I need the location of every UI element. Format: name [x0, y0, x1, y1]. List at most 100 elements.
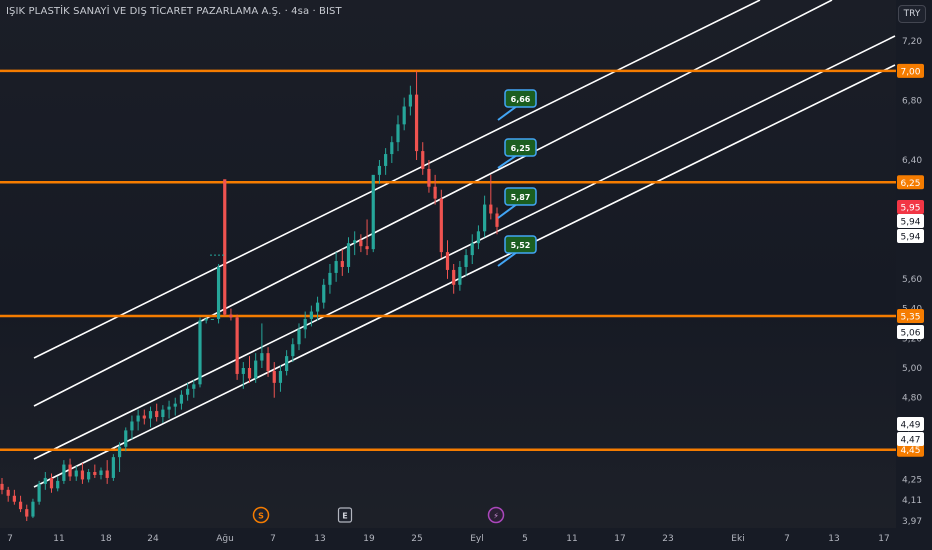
candle-body [470, 243, 474, 256]
candle-body [414, 94, 419, 152]
channel-target-text: 5,52 [511, 241, 531, 250]
candle-body [408, 94, 412, 107]
candle-body [99, 470, 103, 475]
candle-body [433, 186, 437, 199]
candle-body [384, 154, 388, 166]
candle-body [464, 255, 468, 267]
time-axis-panel[interactable] [0, 528, 932, 550]
candle-body [427, 168, 431, 187]
price-chart-svg[interactable]: 7,206,806,405,605,405,205,004,804,604,25… [0, 0, 932, 550]
candle-body [142, 415, 146, 419]
candle-body [254, 360, 258, 379]
candle-body [62, 464, 66, 481]
time-axis-tick: 7 [784, 534, 790, 544]
candle-body [421, 151, 425, 169]
candle-body [6, 489, 10, 496]
time-axis-tick: 17 [614, 534, 625, 544]
candle-body [377, 165, 382, 175]
currency-button[interactable]: TRY [898, 5, 926, 23]
candle-body [198, 320, 202, 385]
candle-body [365, 246, 369, 250]
price-axis-tick: 4,11 [902, 496, 922, 506]
candle-body [117, 446, 122, 458]
info-price-tag-text: 5,94 [900, 233, 920, 243]
candle-body [74, 470, 78, 477]
time-axis-tick: 7 [270, 534, 276, 544]
level-price-tag-text: 7,00 [900, 67, 920, 77]
candle-body [402, 106, 406, 125]
candle-body [247, 368, 252, 379]
event-marker-label: ⚡ [493, 512, 499, 521]
channel-line [33, 64, 896, 488]
candle-body [173, 403, 177, 407]
time-axis-tick: 7 [7, 534, 13, 544]
price-axis-tick: 6,40 [902, 156, 922, 166]
price-axis-tick: 7,20 [902, 37, 922, 47]
candle-body [322, 284, 326, 303]
candle-body [235, 317, 239, 374]
candle-body [49, 477, 54, 489]
channel-target-text: 6,25 [511, 144, 531, 153]
candle-body [124, 430, 128, 447]
candle-body [297, 329, 301, 345]
candle-body [278, 370, 283, 383]
price-axis-tick: 4,80 [902, 394, 922, 404]
candle-body [458, 266, 462, 285]
candle-body [445, 252, 450, 270]
candle-body [43, 477, 47, 484]
candle-body [167, 406, 171, 410]
candle-body [111, 457, 115, 478]
candle-body [285, 356, 289, 371]
time-axis-tick: 19 [363, 534, 375, 544]
candle-body [93, 472, 97, 475]
candle-body [204, 318, 208, 321]
candle-body [31, 501, 35, 517]
candle-body [483, 204, 487, 232]
candle-body [18, 501, 23, 510]
candle-body [80, 470, 85, 480]
time-axis-tick: 13 [314, 534, 325, 544]
price-axis-tick: 3,97 [902, 517, 922, 527]
time-axis-tick: 5 [522, 534, 528, 544]
event-marker-label: E [342, 512, 347, 521]
candle-body [223, 179, 227, 315]
info-price-tag-text: 4,47 [900, 436, 920, 446]
candle-body [260, 353, 264, 361]
candle-body [68, 464, 72, 477]
candle-body [105, 470, 109, 478]
info-price-tag-text: 5,06 [900, 329, 920, 339]
callout-pointer [497, 203, 518, 219]
chart-area[interactable]: 7,206,806,405,605,405,205,004,804,604,25… [0, 0, 932, 550]
time-axis-tick: 11 [53, 534, 64, 544]
candle-body [87, 472, 91, 480]
candle-body [495, 213, 499, 227]
candle-body [266, 353, 270, 371]
candle-body [272, 370, 276, 383]
time-axis-tick: Eyl [470, 534, 484, 544]
candle-body [489, 204, 493, 214]
candle-body [328, 272, 332, 285]
candle-body [291, 344, 295, 357]
time-axis-tick: 17 [878, 534, 889, 544]
candle-body [241, 368, 245, 374]
candle-body [229, 314, 233, 318]
candle-body [192, 384, 196, 389]
time-axis-tick: Eki [731, 534, 744, 544]
last-price-tag-text: 5,95 [900, 204, 920, 214]
level-price-tag-text: 6,25 [900, 179, 920, 189]
candle-body [346, 243, 351, 267]
candle-body [210, 318, 214, 320]
price-axis-tick: 5,60 [902, 275, 922, 285]
channel-line [33, 0, 833, 407]
info-price-tag-text: 4,49 [900, 421, 920, 431]
price-axis-tick: 6,80 [902, 97, 922, 107]
time-axis-tick: 24 [147, 534, 159, 544]
candle-body [476, 231, 481, 244]
candle-body [334, 261, 338, 273]
channel-target-text: 6,66 [511, 95, 531, 104]
candle-body [396, 124, 400, 143]
channel-line [33, 35, 896, 460]
candle-body [439, 198, 443, 253]
candle-body [452, 269, 456, 285]
time-axis-tick: 11 [566, 534, 577, 544]
